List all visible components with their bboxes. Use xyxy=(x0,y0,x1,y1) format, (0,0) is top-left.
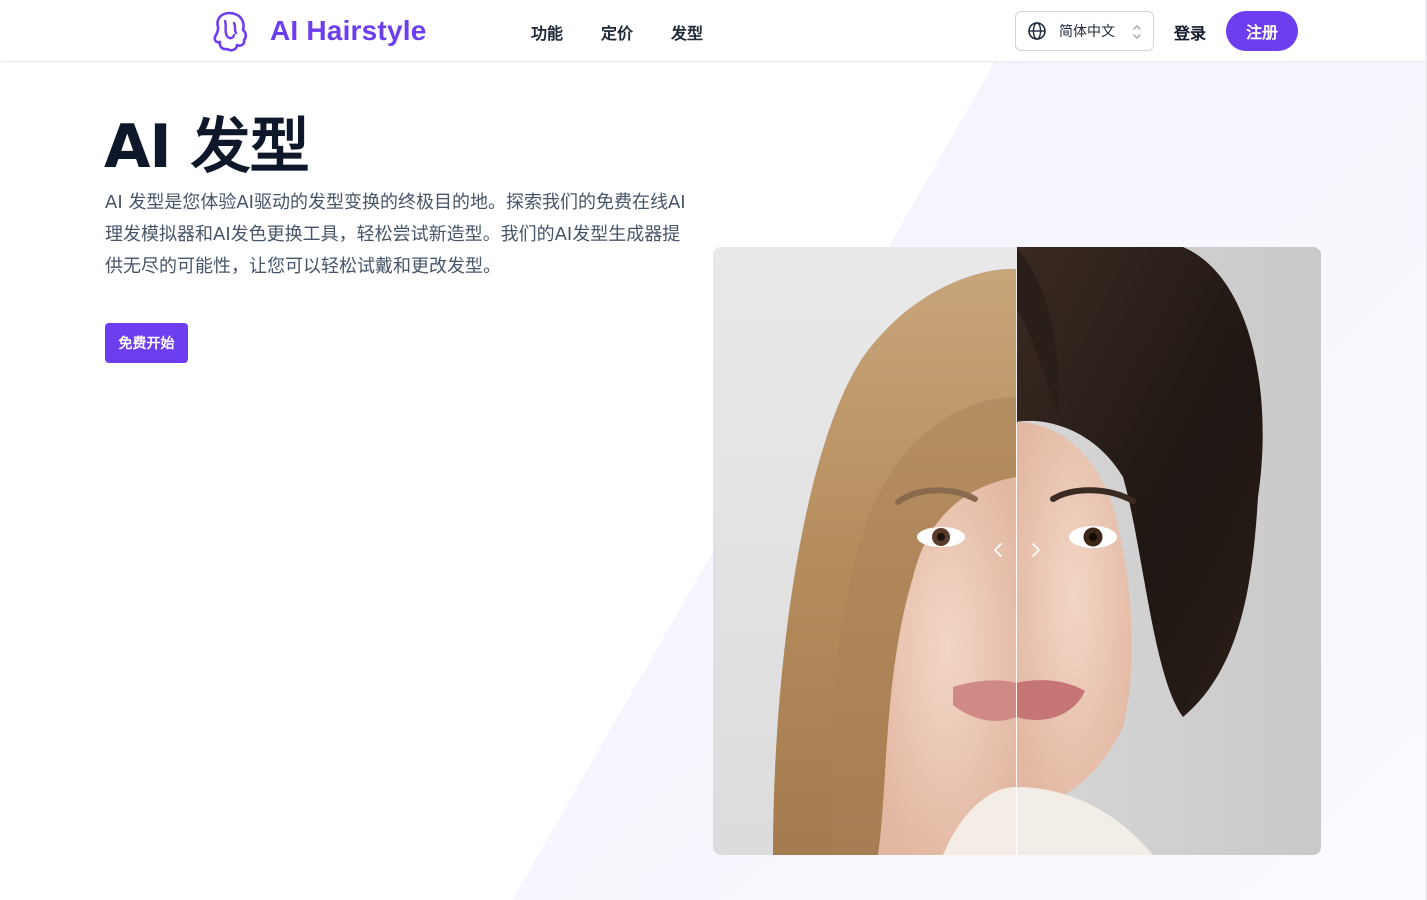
nav-hairstyles[interactable]: 发型 xyxy=(671,20,703,44)
language-select[interactable]: 简体中文 xyxy=(1015,11,1154,51)
globe-icon xyxy=(1028,22,1046,40)
chevron-updown-icon xyxy=(1133,25,1141,39)
main-nav: 功能 定价 发型 xyxy=(531,20,703,44)
hero-description: AI 发型是您体验AI驱动的发型变换的终极目的地。探索我们的免费在线AI理发模拟… xyxy=(105,192,686,277)
chevron-right-icon[interactable] xyxy=(1031,542,1041,558)
brand-name: AI Hairstyle xyxy=(270,15,427,46)
chevron-left-icon[interactable] xyxy=(993,542,1003,558)
nav-features[interactable]: 功能 xyxy=(531,20,563,44)
start-free-button[interactable]: 免费开始 xyxy=(105,323,188,363)
slider-divider[interactable] xyxy=(1016,247,1017,855)
before-after-slider[interactable] xyxy=(713,247,1321,855)
signup-button[interactable]: 注册 xyxy=(1226,11,1298,51)
language-label: 简体中文 xyxy=(1059,24,1115,40)
site-header: AI Hairstyle 功能 定价 发型 简体中文 登录 注册 xyxy=(0,0,1427,62)
login-link[interactable]: 登录 xyxy=(1174,20,1206,44)
brand-logo[interactable]: AI Hairstyle xyxy=(210,9,426,53)
hair-logo-icon xyxy=(213,11,248,52)
portrait-comparison-image xyxy=(713,247,1321,855)
nav-pricing[interactable]: 定价 xyxy=(601,20,633,44)
page-title: AI 发型 xyxy=(104,112,310,182)
